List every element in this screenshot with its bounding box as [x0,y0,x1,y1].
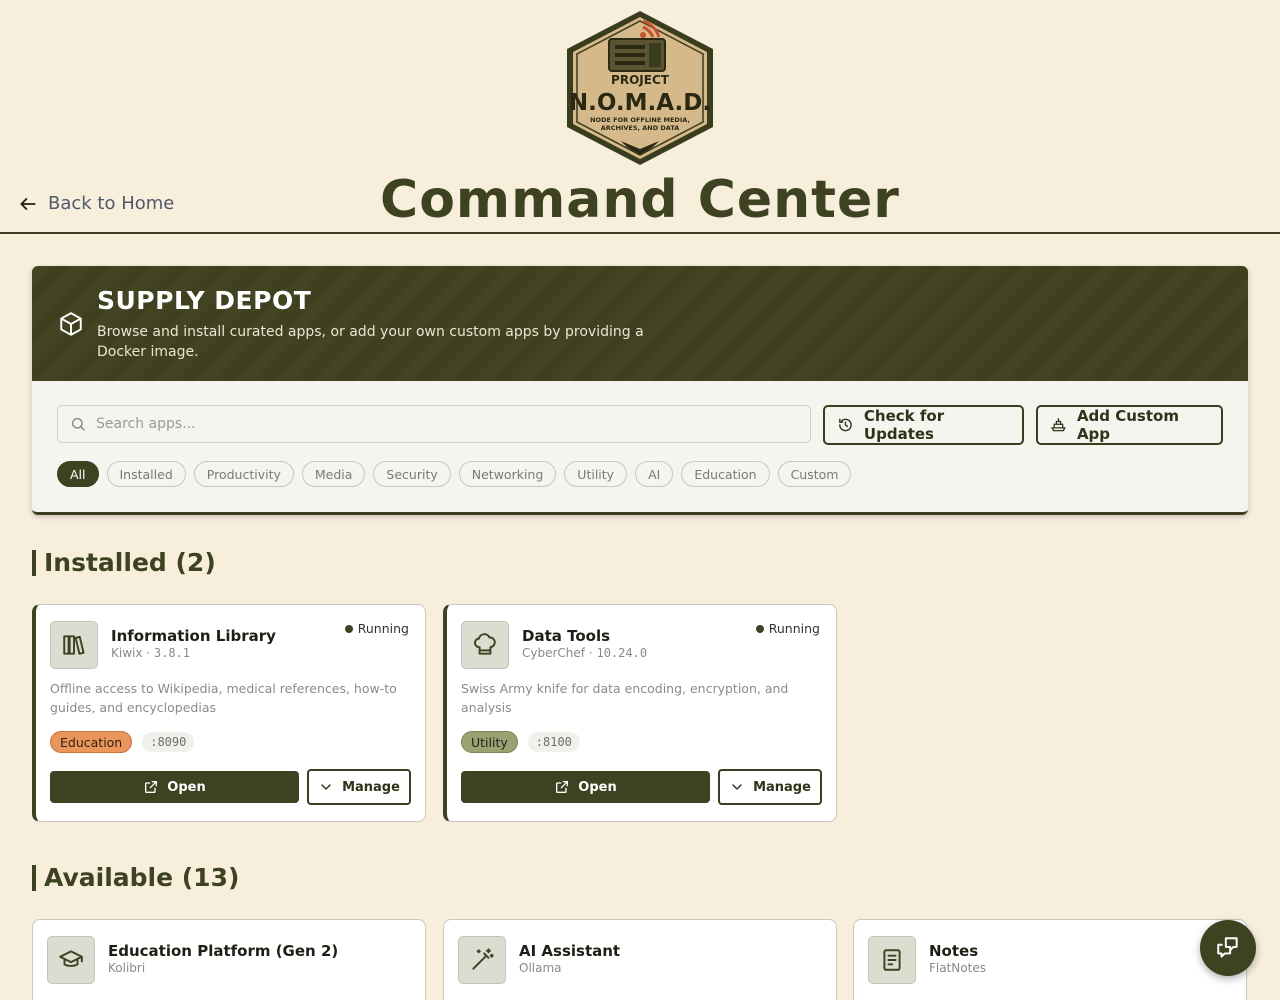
app-card-notes[interactable]: Notes FlatNotes [853,919,1247,1000]
filter-chip-security[interactable]: Security [373,461,451,487]
app-provider-version: CyberChef · 10.24.0 [522,646,648,660]
app-card-ai-assistant[interactable]: AI Assistant Ollama [443,919,837,1000]
app-icon-tile [868,936,916,984]
app-icon-tile [47,936,95,984]
app-name: Notes [929,942,979,960]
add-custom-app-button[interactable]: Add Custom App [1036,405,1223,445]
filter-chip-education[interactable]: Education [681,461,770,487]
category-filter-chips: All Installed Productivity Media Securit… [57,461,852,487]
supply-depot-description: Browse and install curated apps, or add … [97,324,644,360]
app-name: Education Platform (Gen 2) [108,942,339,960]
app-provider-version: Kiwix · 3.8.1 [111,646,191,660]
filter-chip-custom[interactable]: Custom [777,461,852,487]
status-label: Running [357,621,409,636]
filter-chip-installed[interactable]: Installed [106,461,186,487]
chef-hat-icon [474,633,496,655]
manage-button[interactable]: Manage [718,769,822,805]
status-dot [755,624,764,633]
app-name: Data Tools [522,627,611,645]
search-input[interactable] [96,416,776,432]
manage-label: Manage [753,779,811,795]
app-provider: Ollama [519,961,562,975]
category-tag: Utility [461,731,518,753]
supply-depot-title: SUPPLY DEPOT [97,286,312,315]
app-description: Offline access to Wikipedia, medical ref… [50,681,397,715]
app-icon-tile [458,936,506,984]
available-section-heading: Available (13) [32,865,239,891]
filter-chip-all[interactable]: All [57,461,99,487]
chevron-down-icon [732,784,742,790]
notes-icon [883,949,901,971]
app-icon-tile [50,621,98,669]
app-name: AI Assistant [519,942,621,960]
ship-icon [1051,418,1066,432]
logo-text-tagline-2: ARCHIVES, AND DATA [601,124,680,132]
category-tag: Education [50,731,133,753]
filter-chip-utility[interactable]: Utility [564,461,628,487]
chat-bubbles-icon [1217,937,1238,958]
magic-wand-icon [472,948,494,970]
open-label: Open [578,779,617,795]
filter-chip-media[interactable]: Media [301,461,366,487]
app-card-information-library: Information Library Kiwix · 3.8.1 Runnin… [32,604,426,822]
status-badge: Running [344,621,409,636]
search-icon [71,417,85,431]
app-tags: Utility :8100 [461,731,580,753]
manage-button[interactable]: Manage [307,769,411,805]
refresh-clock-icon [839,418,852,432]
app-provider: CyberChef [522,646,586,660]
external-link-icon [145,781,158,793]
filter-chip-productivity[interactable]: Productivity [193,461,294,487]
status-badge: Running [755,621,820,636]
app-provider: FlatNotes [929,961,986,975]
installed-section-heading: Installed (2) [32,550,216,576]
app-name: Information Library [111,627,276,645]
chat-fab-button[interactable] [1200,920,1256,976]
check-for-updates-button[interactable]: Check for Updates [823,405,1024,445]
search-box [57,405,811,443]
logo-text-nomad: N.O.M.A.D. [569,90,711,116]
open-label: Open [167,779,206,795]
project-nomad-logo: PROJECT N.O.M.A.D. NODE FOR OFFLINE MEDI… [567,11,713,165]
app-icon-tile [461,621,509,669]
logo-text-tagline-1: NODE FOR OFFLINE MEDIA, [590,116,690,124]
app-card-education-platform[interactable]: Education Platform (Gen 2) Kolibri [32,919,426,1000]
app-description: Swiss Army knife for data encoding, encr… [461,681,789,715]
graduation-cap-icon [59,950,83,967]
app-version: 3.8.1 [153,646,191,660]
app-tags: Education :8090 [50,731,195,753]
app-card-data-tools: Data Tools CyberChef · 10.24.0 Running S… [443,604,837,822]
check-for-updates-label: Check for Updates [863,407,945,443]
open-button[interactable]: Open [461,771,710,803]
supply-depot-controls: Check for Updates Add Custom App All Ins… [32,381,1248,512]
logo-text-project: PROJECT [611,73,670,87]
open-button[interactable]: Open [50,771,299,803]
app-version: 10.24.0 [596,646,648,660]
app-provider: Kiwix [111,646,143,660]
add-custom-app-label: Add Custom App [1076,407,1179,443]
supply-depot-banner: SUPPLY DEPOT Browse and install curated … [32,266,1248,381]
page-header: PROJECT N.O.M.A.D. NODE FOR OFFLINE MEDI… [0,0,1280,234]
port-badge: :8090 [142,732,195,752]
status-dot [344,624,353,633]
status-label: Running [768,621,820,636]
books-icon [63,635,85,655]
manage-label: Manage [342,779,400,795]
supply-depot-panel: SUPPLY DEPOT Browse and install curated … [32,266,1248,515]
port-badge: :8100 [527,732,580,752]
external-link-icon [556,781,569,793]
cube-icon [60,312,82,336]
page-title: Command Center [380,170,900,230]
chevron-down-icon [321,784,331,790]
filter-chip-networking[interactable]: Networking [458,461,557,487]
app-provider: Kolibri [108,961,146,975]
filter-chip-ai[interactable]: AI [635,461,674,487]
